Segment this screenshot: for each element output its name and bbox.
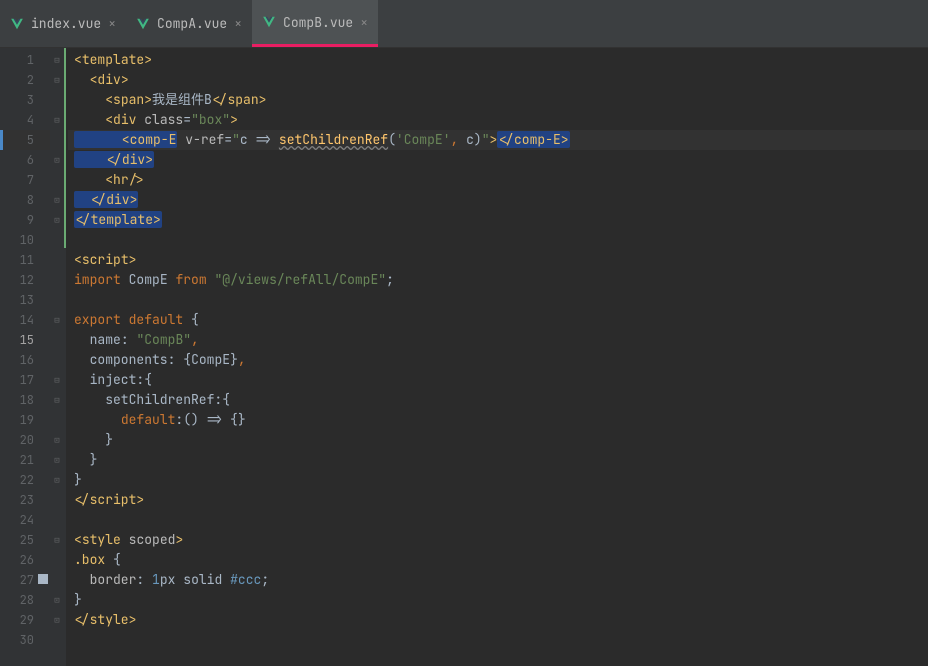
line-number: 4 (0, 110, 50, 130)
line-number: 14 (0, 310, 50, 330)
line-number: 29 (0, 610, 50, 630)
line-number: 12 (0, 270, 50, 290)
editor-tabs: index.vue × CompA.vue × CompB.vue × (0, 0, 928, 48)
vue-icon (262, 15, 276, 29)
line-number: 13 (0, 290, 50, 310)
line-number: 11 (0, 250, 50, 270)
line-number: 24 (0, 510, 50, 530)
breakpoint-icon[interactable] (38, 574, 48, 584)
line-number: 1 (0, 50, 50, 70)
line-number-gutter: 1 2 3 4 5 6 7 8 9 10 11 12 13 14 15 16 1… (0, 48, 50, 666)
fold-icon[interactable]: ⊡ (50, 190, 64, 210)
fold-icon[interactable]: ⊟ (50, 70, 64, 90)
line-number: 6 (0, 150, 50, 170)
fold-icon[interactable]: ⊟ (50, 530, 64, 550)
fold-icon[interactable]: ⊟ (50, 310, 64, 330)
code-area[interactable]: <template> <div> <span>我是组件B</span> <div… (68, 48, 928, 666)
tab-label: index.vue (31, 15, 101, 32)
line-number: 28 (0, 590, 50, 610)
line-number: 17 (0, 370, 50, 390)
close-icon[interactable]: × (108, 15, 116, 32)
tab-label: CompA.vue (157, 15, 227, 32)
line-number: 10 (0, 230, 50, 250)
vue-icon (136, 17, 150, 31)
fold-icon[interactable]: ⊟ (50, 370, 64, 390)
fold-icon[interactable]: ⊡ (50, 610, 64, 630)
line-number: 9 (0, 210, 50, 230)
tab-compb-vue[interactable]: CompB.vue × (252, 0, 378, 47)
fold-icon[interactable]: ⊟ (50, 390, 64, 410)
line-number: 16 (0, 350, 50, 370)
fold-icon[interactable]: ⊡ (50, 590, 64, 610)
line-number: 22 (0, 470, 50, 490)
line-number: 27 (0, 570, 50, 590)
fold-gutter: ⊟ ⊟ ⊟ ⊡ ⊡ ⊡ ⊟ ⊟ ⊟ ⊡ ⊡ ⊡ ⊟ ⊡ ⊡ (50, 48, 64, 666)
fold-icon[interactable]: ⊡ (50, 150, 64, 170)
fold-icon[interactable]: ⊡ (50, 430, 64, 450)
line-number: 3 (0, 90, 50, 110)
line-number: 5 (0, 130, 50, 150)
line-number: 20 (0, 430, 50, 450)
fold-icon[interactable]: ⊟ (50, 110, 64, 130)
line-number: 8 (0, 190, 50, 210)
line-number: 15 (0, 330, 50, 350)
fold-icon[interactable]: ⊡ (50, 210, 64, 230)
line-number: 18 (0, 390, 50, 410)
tab-label: CompB.vue (283, 14, 353, 31)
line-number: 19 (0, 410, 50, 430)
close-icon[interactable]: × (234, 15, 242, 32)
fold-icon[interactable]: ⊟ (50, 50, 64, 70)
line-number: 26 (0, 550, 50, 570)
close-icon[interactable]: × (360, 14, 368, 31)
line-number: 7 (0, 170, 50, 190)
line-number: 25 (0, 530, 50, 550)
tab-index-vue[interactable]: index.vue × (0, 0, 126, 47)
vue-icon (10, 17, 24, 31)
tab-compa-vue[interactable]: CompA.vue × (126, 0, 252, 47)
line-number: 2 (0, 70, 50, 90)
line-number: 23 (0, 490, 50, 510)
fold-icon[interactable]: ⊡ (50, 450, 64, 470)
vcs-gutter (64, 48, 66, 666)
line-number: 21 (0, 450, 50, 470)
code-editor[interactable]: 1 2 3 4 5 6 7 8 9 10 11 12 13 14 15 16 1… (0, 48, 928, 666)
fold-icon[interactable]: ⊡ (50, 470, 64, 490)
line-number: 30 (0, 630, 50, 650)
